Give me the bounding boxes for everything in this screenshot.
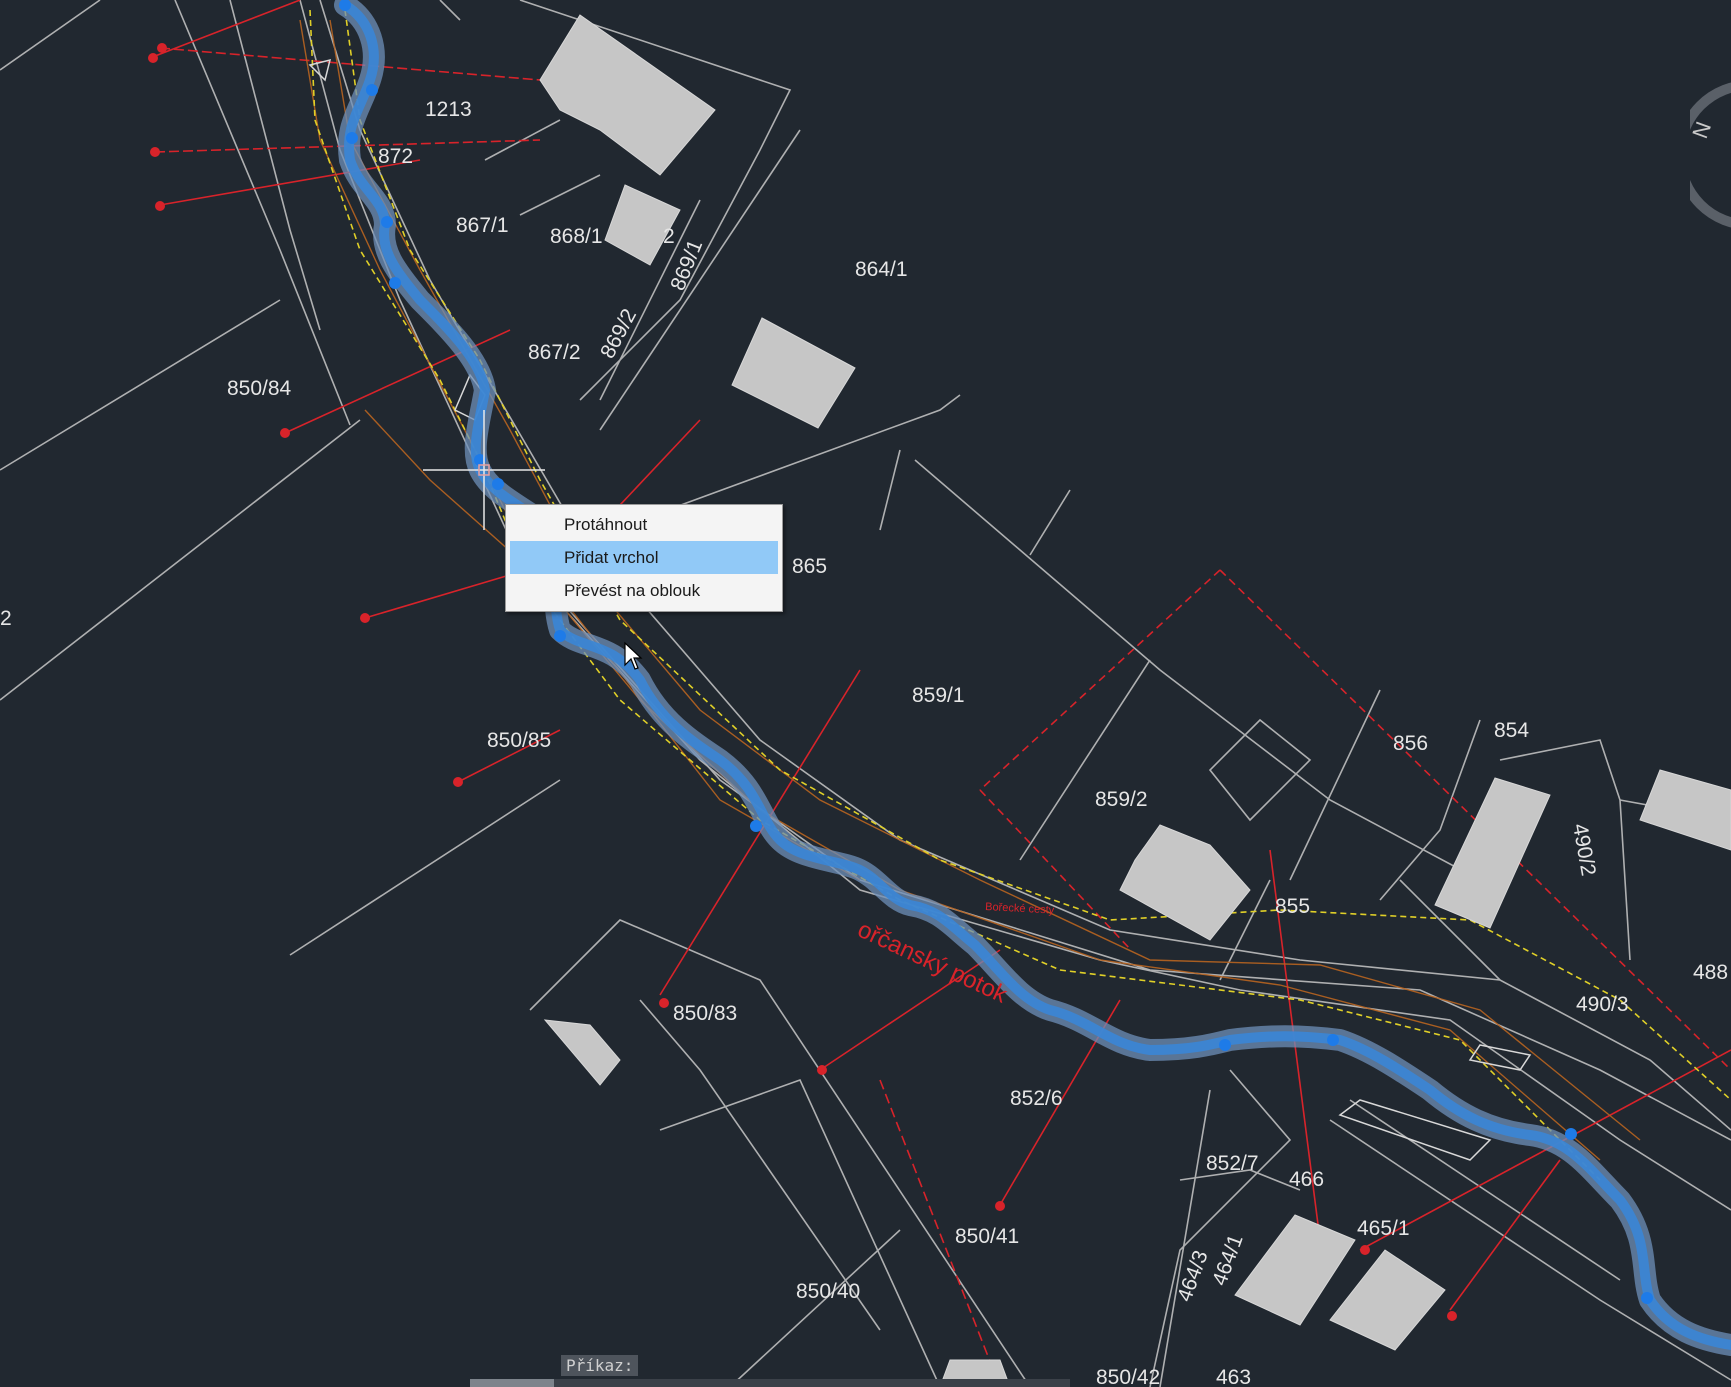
command-line-scroll-thumb[interactable] — [470, 1379, 554, 1387]
menu-item-stretch[interactable]: Protáhnout — [510, 508, 778, 541]
parcel-label: 868/1 — [550, 225, 603, 248]
command-prompt: Příkaz: — [561, 1355, 639, 1376]
parcel-label: 865 — [792, 555, 827, 578]
parcel-boundaries — [0, 0, 1731, 1387]
parcel-label: 466 — [1289, 1168, 1324, 1191]
parcel-label: 869/2 — [596, 305, 641, 362]
buildings — [539, 14, 1731, 1387]
menu-item-add-vertex[interactable]: Přidat vrchol — [510, 541, 778, 574]
parcel-label: 855 — [1275, 895, 1310, 918]
parcel-label: 852/7 — [1206, 1152, 1259, 1175]
parcel-label: 854 — [1494, 719, 1529, 742]
grip-context-menu: Protáhnout Přidat vrchol Převést na oblo… — [505, 504, 783, 612]
parcel-label: 488 — [1693, 961, 1728, 984]
parcel-label: 859/1 — [912, 684, 965, 707]
stream-note-label: Bořecké cesty — [985, 901, 1055, 917]
parcel-label: 859/2 — [1095, 788, 1148, 811]
parcel-label: 463 — [1216, 1366, 1251, 1387]
parcel-label: 2 — [0, 607, 12, 630]
drawing-canvas[interactable]: 1213 872 867/1 868/1 2 869/1 869/2 864/1… — [0, 0, 1731, 1387]
parcel-label: 856 — [1393, 732, 1428, 755]
selected-stream-polyline[interactable] — [334, 0, 1731, 1356]
parcel-label: 852/6 — [1010, 1087, 1063, 1110]
parcel-label: 850/41 — [955, 1225, 1019, 1248]
parcel-label: 2 — [663, 225, 675, 248]
parcel-label: 850/42 — [1096, 1366, 1160, 1387]
parcel-label: 464/1 — [1208, 1231, 1248, 1288]
parcel-label: 850/85 — [487, 729, 551, 752]
utility-nodes — [148, 43, 1457, 1321]
compass-letter: N — [1690, 118, 1716, 141]
parcel-label: 864/1 — [855, 258, 908, 281]
mouse-pointer-icon — [624, 641, 643, 670]
parcel-label: 867/1 — [456, 214, 509, 237]
parcel-label: 465/1 — [1357, 1217, 1410, 1240]
parcel-label: 490/2 — [1568, 822, 1600, 878]
menu-item-convert-to-arc[interactable]: Převést na oblouk — [510, 574, 778, 607]
parcel-label: 850/40 — [796, 1280, 860, 1303]
parcel-labels: 1213 872 867/1 868/1 2 869/1 869/2 864/1… — [0, 98, 1728, 1387]
parcel-label: 850/84 — [227, 377, 292, 400]
parcel-label: 850/83 — [673, 1002, 737, 1025]
parcel-label: 1213 — [425, 98, 472, 121]
parcel-label: 872 — [378, 145, 413, 168]
parcel-label: 490/3 — [1576, 993, 1629, 1016]
parcel-label: 867/2 — [528, 341, 581, 364]
command-line-bar[interactable] — [470, 1379, 1070, 1387]
viewcube-compass[interactable]: N — [1690, 80, 1731, 230]
